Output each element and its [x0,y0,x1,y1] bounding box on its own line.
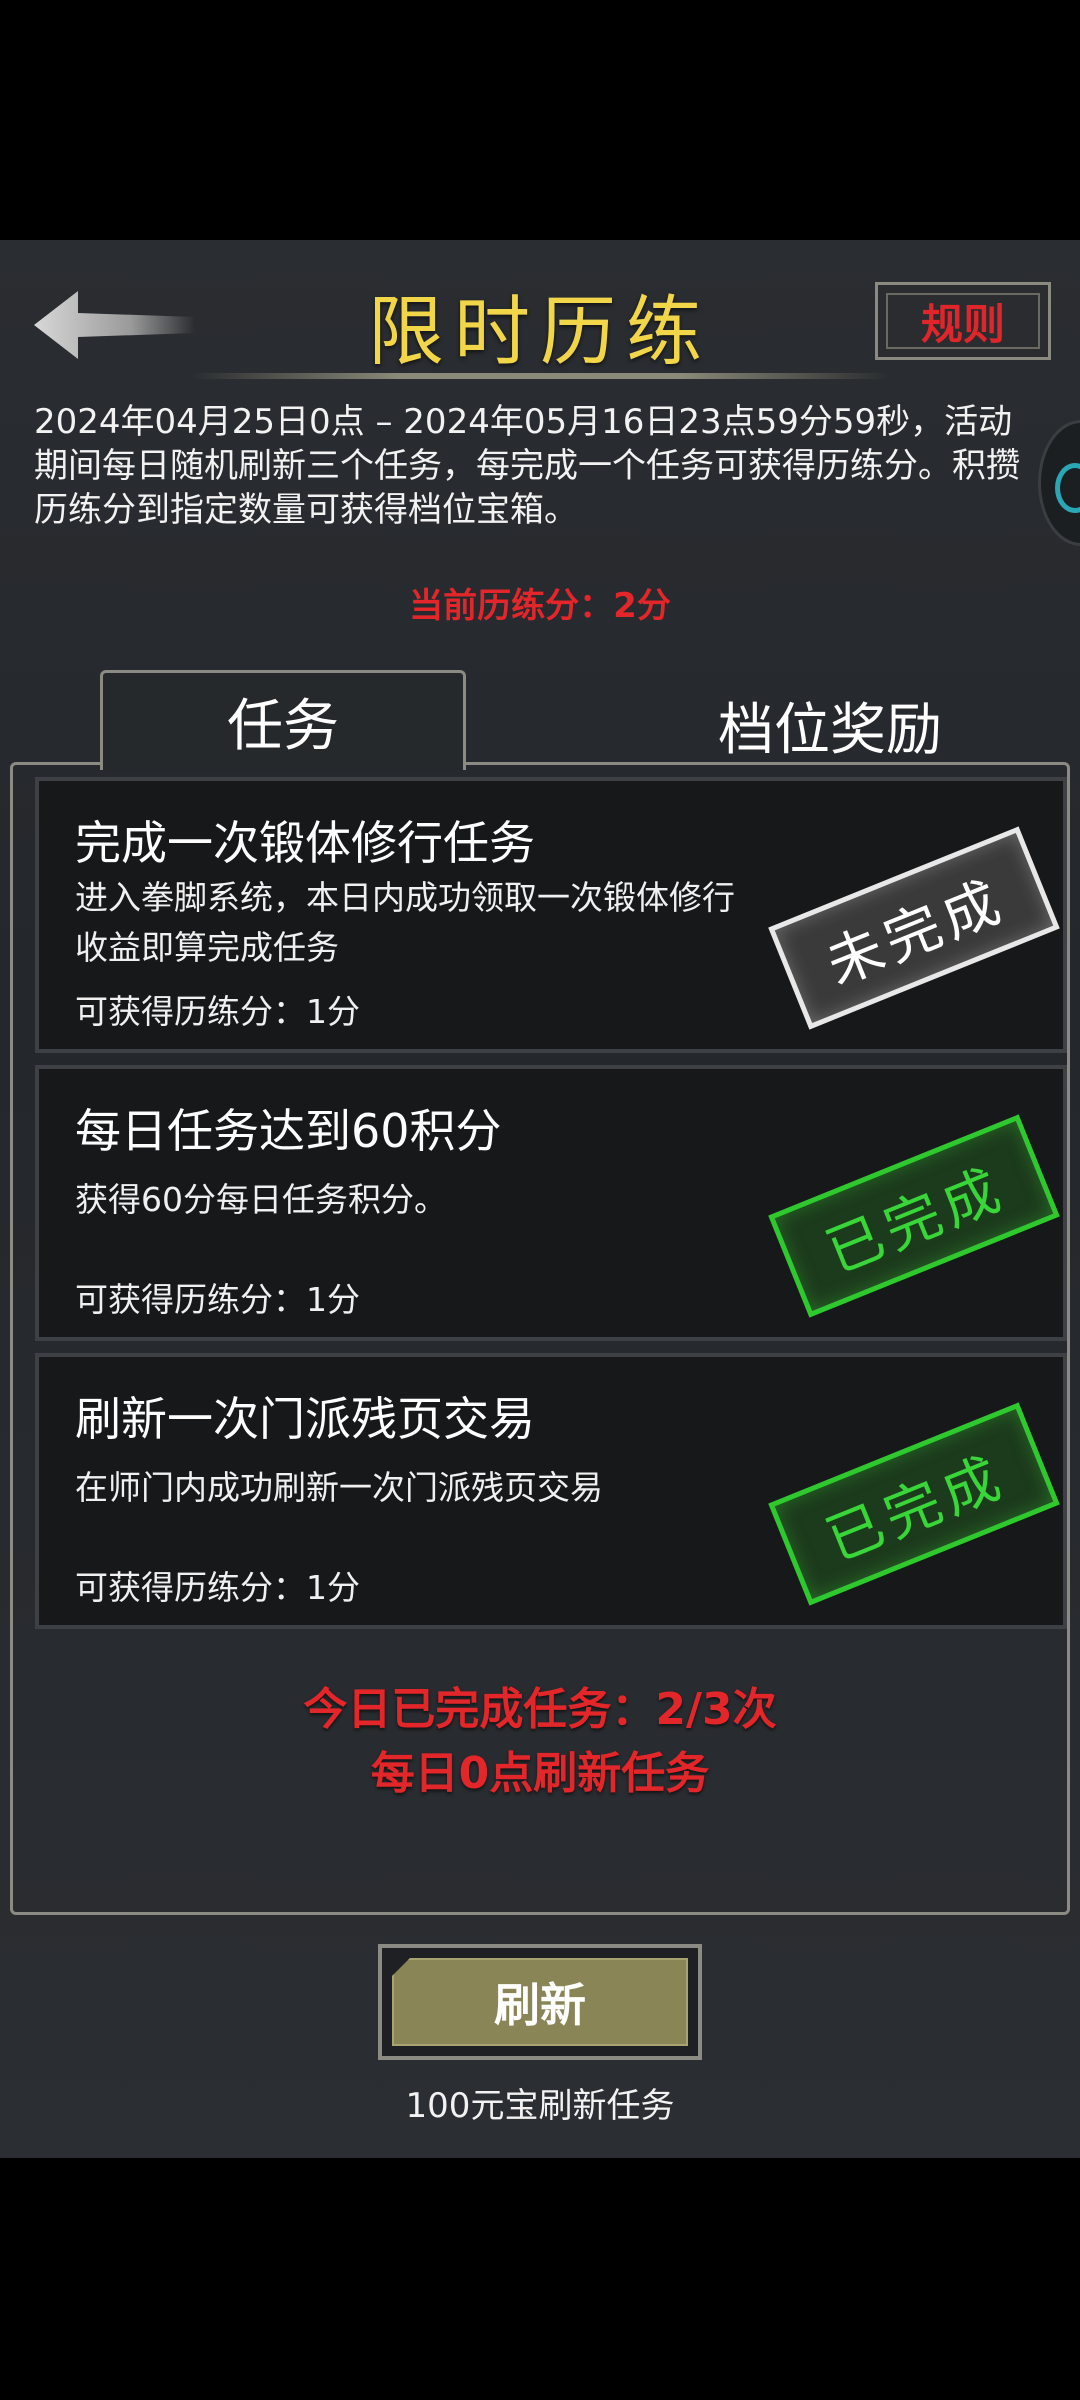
daily-completed-count: 今日已完成任务：2/3次 [303,1684,777,1735]
refresh-cost: 100元宝刷新任务 [405,2086,675,2126]
task-title: 完成一次锻体修行任务 [75,816,535,870]
task-points: 可获得历练分：1分 [75,1280,360,1319]
task-description: 进入拳脚系统，本日内成功领取一次锻体修行收益即算完成任务 [75,878,735,967]
task-points: 可获得历练分：1分 [75,992,360,1031]
task-card: 完成一次锻体修行任务 进入拳脚系统，本日内成功领取一次锻体修行收益即算完成任务 … [35,777,1067,1053]
status-stamp-incomplete: 未完成 [768,826,1060,1030]
status-stamp-complete: 已完成 [768,1114,1060,1318]
tab-tasks[interactable]: 任务 [100,670,466,770]
rules-button[interactable]: 规则 [875,282,1051,360]
task-title: 每日任务达到60积分 [75,1104,502,1158]
tab-tier-rewards[interactable]: 档位奖励 [640,680,1020,770]
task-description: 获得60分每日任务积分。 [75,1180,447,1219]
status-stamp-complete: 已完成 [768,1402,1060,1606]
task-title: 刷新一次门派残页交易 [75,1392,535,1446]
task-card: 刷新一次门派残页交易 在师门内成功刷新一次门派残页交易 可获得历练分：1分 已完… [35,1353,1067,1629]
task-points: 可获得历练分：1分 [75,1568,360,1607]
task-description: 在师门内成功刷新一次门派残页交易 [75,1468,603,1507]
rules-button-label: 规则 [920,299,1005,349]
side-menu-icon [1055,463,1080,513]
daily-summary: 今日已完成任务：2/3次 每日0点刷新任务 [0,1678,1080,1806]
task-card: 每日任务达到60积分 获得60分每日任务积分。 可获得历练分：1分 已完成 [35,1065,1067,1341]
side-menu-handle[interactable] [1038,420,1080,546]
event-description: 2024年04月25日0点 – 2024年05月16日23点59分59秒，活动期… [34,402,1020,530]
current-score: 当前历练分：2分 [409,586,671,626]
daily-refresh-note: 每日0点刷新任务 [370,1748,710,1799]
title-divider [190,373,890,379]
refresh-button[interactable]: 刷新 [378,1944,702,2060]
event-screen: 限时历练 规则 2024年04月25日0点 – 2024年05月16日23点59… [0,240,1080,2158]
refresh-button-label: 刷新 [392,1958,688,2046]
